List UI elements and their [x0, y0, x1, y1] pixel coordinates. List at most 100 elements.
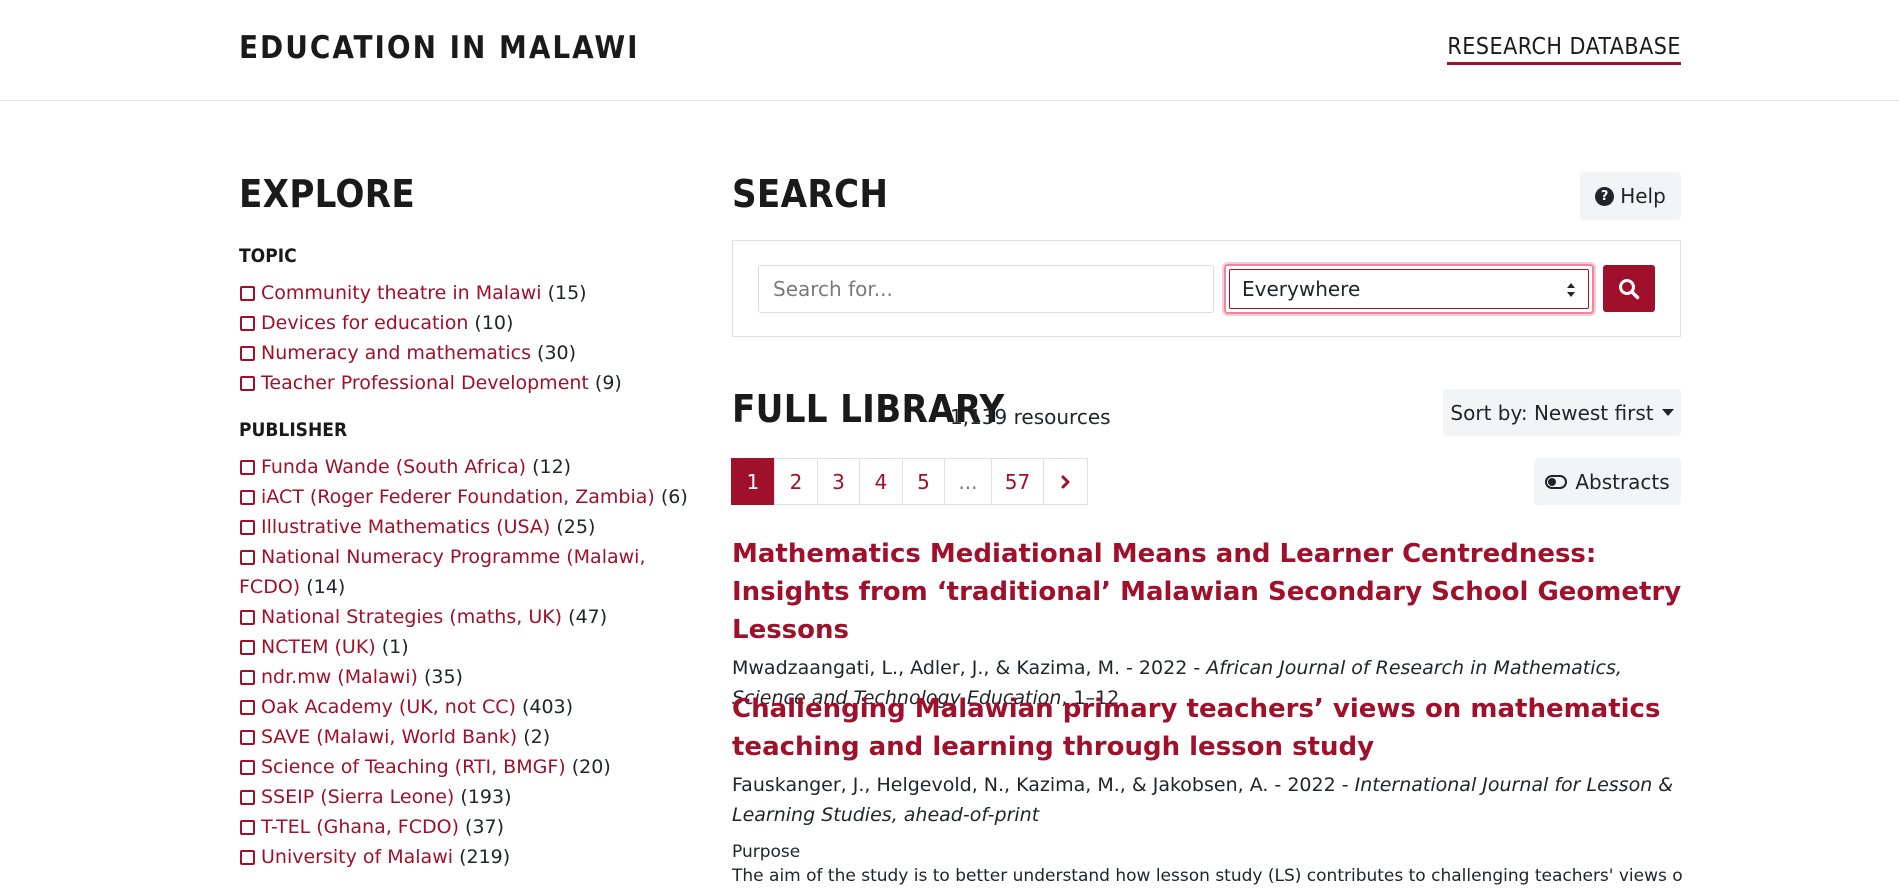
facet-item[interactable]: Community theatre in Malawi (15) [239, 278, 679, 308]
facet-link[interactable]: Oak Academy (UK, not CC) [261, 696, 516, 718]
caret-down-icon [1661, 409, 1674, 416]
facet-count: (9) [594, 372, 622, 394]
result-item: Challenging Malawian primary teachers’ v… [732, 690, 1682, 888]
search-icon [1619, 278, 1640, 299]
checkbox-icon[interactable] [240, 850, 255, 865]
facet-count: (37) [465, 816, 505, 838]
facet-item[interactable]: T-TEL (Ghana, FCDO) (37) [239, 812, 689, 842]
checkbox-icon[interactable] [240, 286, 255, 301]
page-2[interactable]: 2 [774, 458, 818, 505]
page-4[interactable]: 4 [859, 458, 903, 505]
facet-count: (6) [660, 486, 688, 508]
checkbox-icon[interactable] [240, 346, 255, 361]
abstracts-toggle[interactable]: Abstracts [1534, 458, 1681, 505]
checkbox-icon[interactable] [240, 490, 255, 505]
result-authors: Fauskanger, J., Helgevold, N., Kazima, M… [732, 774, 1355, 796]
facet-item[interactable]: iACT (Roger Federer Foundation, Zambia) … [239, 482, 689, 512]
facet-item[interactable]: National Strategies (maths, UK) (47) [239, 602, 689, 632]
search-scope-select[interactable]: Everywhere [1224, 264, 1594, 314]
checkbox-icon[interactable] [240, 316, 255, 331]
facet-link[interactable]: SAVE (Malawi, World Bank) [261, 726, 517, 748]
result-citation: Fauskanger, J., Helgevold, N., Kazima, M… [732, 770, 1682, 830]
facet-item[interactable]: National Numeracy Programme (Malawi, FCD… [239, 542, 689, 602]
result-authors: Mwadzaangati, L., Adler, J., & Kazima, M… [732, 657, 1207, 679]
site-title[interactable]: EDUCATION IN MALAWI [239, 30, 640, 66]
checkbox-icon[interactable] [240, 640, 255, 655]
facet-count: (20) [571, 756, 611, 778]
facet-item[interactable]: Science of Teaching (RTI, BMGF) (20) [239, 752, 689, 782]
facet-item[interactable]: Teacher Professional Development (9) [239, 368, 679, 398]
facet-link[interactable]: T-TEL (Ghana, FCDO) [261, 816, 459, 838]
checkbox-icon[interactable] [240, 520, 255, 535]
abstract-text: The aim of the study is to better unders… [732, 866, 1682, 886]
facet-item[interactable]: NCTEM (UK) (1) [239, 632, 689, 662]
checkbox-icon[interactable] [240, 670, 255, 685]
facet-link[interactable]: Community theatre in Malawi [261, 282, 542, 304]
facet-count: (47) [568, 606, 608, 628]
facet-item[interactable]: SSEIP (Sierra Leone) (193) [239, 782, 689, 812]
search-button[interactable] [1603, 265, 1655, 312]
checkbox-icon[interactable] [240, 610, 255, 625]
select-arrows-icon [1567, 283, 1575, 297]
sort-dropdown[interactable]: Sort by: Newest first [1443, 389, 1681, 436]
checkbox-icon[interactable] [240, 820, 255, 835]
nav-research-database[interactable]: RESEARCH DATABASE [1447, 34, 1681, 65]
facet-link[interactable]: National Numeracy Programme (Malawi, FCD… [239, 546, 645, 598]
facet-link[interactable]: Illustrative Mathematics (USA) [261, 516, 550, 538]
topic-facet-list: Community theatre in Malawi (15) Devices… [239, 278, 679, 398]
search-input[interactable] [758, 265, 1214, 313]
facet-link[interactable]: Numeracy and mathematics [261, 342, 531, 364]
checkbox-icon[interactable] [240, 700, 255, 715]
facet-item[interactable]: Devices for education (10) [239, 308, 679, 338]
checkbox-icon[interactable] [240, 460, 255, 475]
facet-item[interactable]: SAVE (Malawi, World Bank) (2) [239, 722, 689, 752]
facet-link[interactable]: Devices for education [261, 312, 468, 334]
facet-link[interactable]: SSEIP (Sierra Leone) [261, 786, 454, 808]
page-3[interactable]: 3 [817, 458, 860, 505]
facet-link[interactable]: National Strategies (maths, UK) [261, 606, 562, 628]
facet-item[interactable]: Oak Academy (UK, not CC) (403) [239, 692, 689, 722]
facet-link[interactable]: Science of Teaching (RTI, BMGF) [261, 756, 566, 778]
page-1[interactable]: 1 [731, 458, 775, 505]
facet-count: (35) [423, 666, 463, 688]
page-5[interactable]: 5 [902, 458, 945, 505]
question-circle-icon: ? [1595, 186, 1615, 206]
result-item: Mathematics Mediational Means and Learne… [732, 535, 1682, 713]
facet-count: (12) [532, 456, 572, 478]
facet-link[interactable]: NCTEM (UK) [261, 636, 376, 658]
facet-count: (219) [459, 846, 511, 868]
checkbox-icon[interactable] [240, 760, 255, 775]
search-heading: SEARCH [732, 172, 889, 216]
search-scope-value-box[interactable]: Everywhere [1229, 269, 1589, 309]
checkbox-icon[interactable] [240, 790, 255, 805]
resource-count: 1,139 resources [950, 405, 1111, 429]
abstracts-label: Abstracts [1575, 469, 1670, 494]
page-57[interactable]: 57 [991, 458, 1044, 505]
facet-link[interactable]: ndr.mw (Malawi) [261, 666, 418, 688]
facet-count: (1) [381, 636, 409, 658]
facet-item[interactable]: Numeracy and mathematics (30) [239, 338, 679, 368]
result-pages: , ahead-of-print [891, 804, 1040, 826]
next-page-button[interactable] [1043, 458, 1088, 505]
result-title-link[interactable]: Mathematics Mediational Means and Learne… [732, 535, 1682, 649]
facet-link[interactable]: University of Malawi [261, 846, 453, 868]
facet-item[interactable]: Funda Wande (South Africa) (12) [239, 452, 689, 482]
page-ellipsis: ... [944, 458, 992, 505]
help-button[interactable]: ? Help [1580, 172, 1681, 220]
facet-item[interactable]: Illustrative Mathematics (USA) (25) [239, 512, 689, 542]
result-title-link[interactable]: Challenging Malawian primary teachers’ v… [732, 690, 1682, 766]
facet-count: (25) [556, 516, 596, 538]
facet-link[interactable]: Funda Wande (South Africa) [261, 456, 526, 478]
facet-item[interactable]: University of Malawi (219) [239, 842, 689, 872]
checkbox-icon[interactable] [240, 376, 255, 391]
facet-count: (15) [547, 282, 587, 304]
facet-link[interactable]: iACT (Roger Federer Foundation, Zambia) [261, 486, 655, 508]
topic-heading: TOPIC [239, 245, 297, 267]
checkbox-icon[interactable] [240, 730, 255, 745]
explore-heading: EXPLORE [239, 172, 416, 216]
facet-link[interactable]: Teacher Professional Development [261, 372, 589, 394]
checkbox-icon[interactable] [240, 550, 255, 565]
publisher-heading: PUBLISHER [239, 419, 348, 441]
publisher-facet-list: Funda Wande (South Africa) (12) iACT (Ro… [239, 452, 689, 872]
facet-item[interactable]: ndr.mw (Malawi) (35) [239, 662, 689, 692]
